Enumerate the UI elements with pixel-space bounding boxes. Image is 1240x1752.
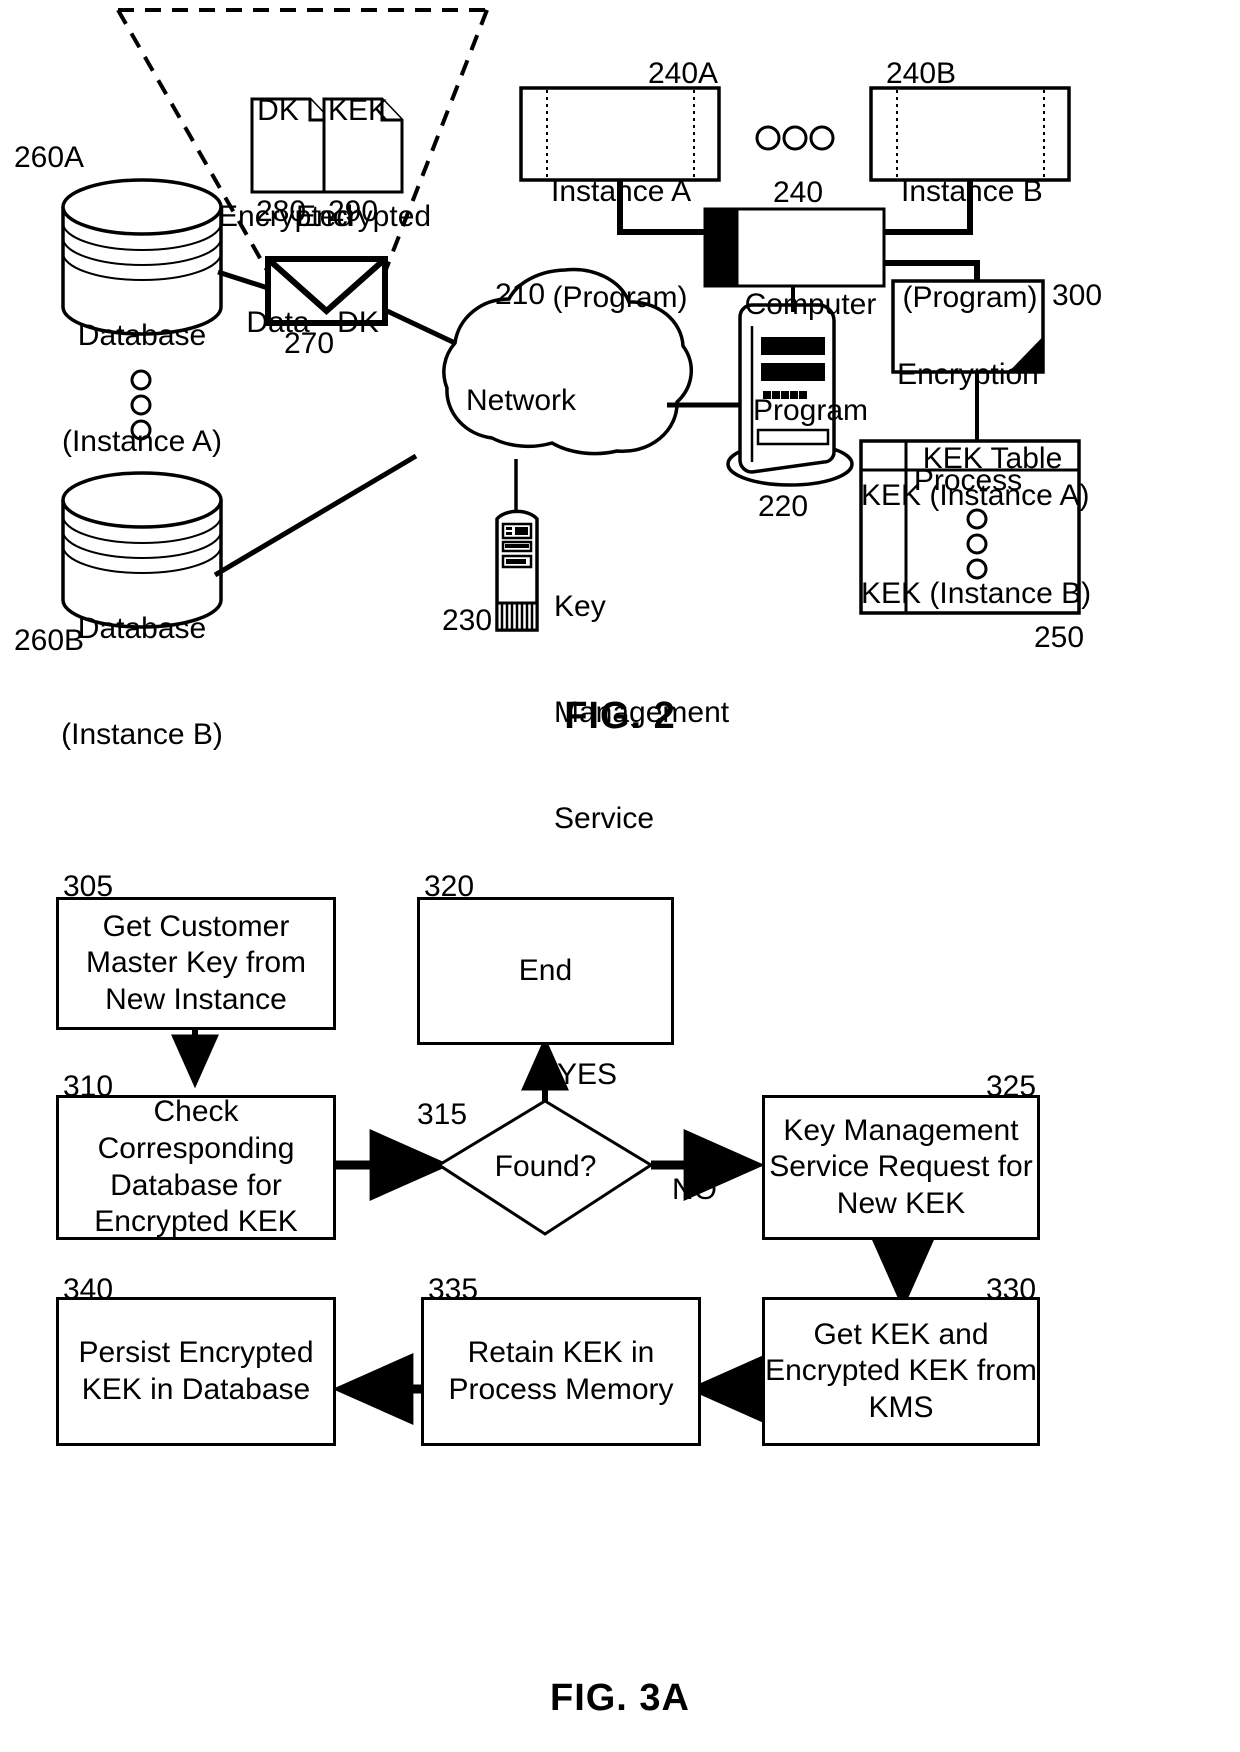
flow-node-305-text: Get Customer Master Key from New Instanc… [85, 909, 307, 1016]
flow-node-335-text: Retain KEK in Process Memory [448, 1335, 674, 1406]
doc2-line1: KEK [327, 93, 389, 127]
encryption-process-line1: Encryption [897, 357, 1039, 391]
database-a-line1: Database [77, 318, 207, 352]
network-label: Network [465, 384, 577, 417]
link-dbb-network [213, 453, 418, 578]
database-b-line1: Database [77, 611, 207, 645]
edge-label-yes: YES [557, 1058, 618, 1091]
kek-table-header: KEK Table [922, 442, 1063, 475]
flow-node-310-text: Check Corresponding Database for Encrypt… [94, 1095, 298, 1239]
kek-table-row-instance-b: KEK (Instance B) [861, 577, 1092, 610]
edge-label-no: NO [672, 1173, 717, 1206]
ref-240A: 240A [648, 57, 719, 90]
flow-node-325-text: Key Management Service Request for New K… [769, 1113, 1033, 1220]
database-b-label: Database (Instance B) [42, 540, 242, 823]
ref-210: 210 [495, 278, 546, 311]
kms-device [495, 459, 539, 632]
encryption-process-label: Encryption Process [893, 286, 1043, 569]
computer-program-label: Computer Program [737, 216, 884, 499]
figure-2-caption: FIG. 2 [564, 695, 676, 737]
instance-a-line1: Instance A [551, 174, 692, 208]
flow-node-335[interactable]: Retain KEK in Process Memory [421, 1297, 701, 1446]
ref-240: 240 [773, 176, 824, 209]
ref-240B: 240B [886, 57, 957, 90]
flow-node-320-text: End [518, 953, 573, 987]
database-a-line2: (Instance A) [61, 424, 223, 458]
flow-node-315-text: Found? [494, 1150, 597, 1183]
patent-drawing-sheet: DK Encrypted Data KEK Encrypted DK 280 2… [0, 0, 1240, 1752]
ref-230: 230 [442, 604, 493, 637]
ref-260A: 260A [14, 141, 85, 174]
instance-a-label: Instance A (Program) [551, 103, 692, 386]
ref-315: 315 [417, 1098, 468, 1131]
horizontal-ellipsis-instances [755, 125, 835, 151]
ref-280: 280 [256, 195, 307, 228]
figure-3a-caption: FIG. 3A [549, 1677, 691, 1719]
instance-b-line1: Instance B [901, 174, 1043, 208]
flow-node-325[interactable]: Key Management Service Request for New K… [762, 1095, 1040, 1240]
instance-a-line2: (Program) [552, 280, 688, 314]
database-a-label: Database (Instance A) [42, 247, 242, 530]
flow-node-330[interactable]: Get KEK and Encrypted KEK from KMS [762, 1297, 1040, 1446]
flow-node-305[interactable]: Get Customer Master Key from New Instanc… [56, 897, 336, 1030]
ref-300: 300 [1052, 279, 1103, 312]
kek-table-row-instance-a: KEK (Instance A) [861, 479, 1090, 512]
flow-node-330-text: Get KEK and Encrypted KEK from KMS [765, 1317, 1037, 1424]
flow-node-340[interactable]: Persist Encrypted KEK in Database [56, 1297, 336, 1446]
flow-node-320[interactable]: End [417, 897, 674, 1045]
kms-line3: Service [554, 802, 655, 836]
ref-290: 290 [328, 195, 379, 228]
flow-node-310[interactable]: Check Corresponding Database for Encrypt… [56, 1095, 336, 1240]
ref-270: 270 [284, 327, 335, 360]
flow-node-340-text: Persist Encrypted KEK in Database [78, 1335, 314, 1406]
computer-program-line2: Program [752, 393, 869, 427]
computer-program-line1: Computer [744, 287, 877, 321]
ref-250: 250 [1034, 621, 1085, 654]
kms-line1: Key [554, 589, 606, 623]
